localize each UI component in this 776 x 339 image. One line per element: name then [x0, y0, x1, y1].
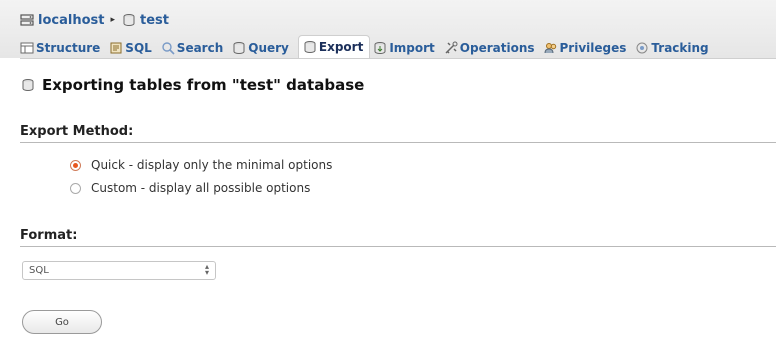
tracking-icon	[635, 41, 649, 54]
page-title-text: Exporting tables from "test" database	[42, 76, 365, 94]
tab-privileges-label: Privileges	[559, 40, 627, 55]
export-icon	[303, 41, 317, 54]
tab-operations[interactable]: Operations	[444, 37, 541, 58]
tab-structure[interactable]: Structure	[20, 37, 106, 58]
format-select[interactable]: SQL ▴ ▾	[22, 261, 216, 280]
breadcrumb: localhost ▸ test	[19, 10, 169, 30]
tab-sql-label: SQL	[125, 40, 152, 55]
export-method-custom-option[interactable]: Custom - display all possible options	[70, 181, 310, 195]
page-title: Exporting tables from "test" database	[20, 76, 364, 94]
quick-radio[interactable]	[70, 159, 81, 171]
top-navigation-bar: localhost ▸ test Structure SQL Search Qu…	[0, 0, 776, 59]
privileges-icon	[544, 41, 558, 54]
breadcrumb-server-link[interactable]: localhost	[38, 13, 104, 28]
tab-operations-label: Operations	[459, 40, 535, 55]
tab-query-label: Query	[248, 40, 289, 55]
import-icon	[373, 41, 387, 54]
tab-sql[interactable]: SQL	[109, 37, 158, 58]
tab-search-label: Search	[176, 40, 224, 55]
tab-tracking[interactable]: Tracking	[635, 37, 714, 58]
structure-icon	[20, 41, 34, 54]
tab-query[interactable]: Query	[232, 37, 295, 58]
server-icon	[19, 13, 34, 27]
export-method-quick-option[interactable]: Quick - display only the minimal options	[70, 158, 332, 172]
format-heading: Format:	[20, 228, 776, 247]
tab-export-label: Export	[318, 40, 364, 54]
tab-tracking-label: Tracking	[651, 40, 709, 55]
export-method-heading: Export Method:	[20, 124, 776, 143]
select-arrows-icon: ▴ ▾	[204, 262, 209, 277]
sql-icon	[109, 41, 123, 54]
quick-radio-label[interactable]: Quick - display only the minimal options	[91, 158, 332, 172]
tab-import[interactable]: Import	[373, 37, 440, 58]
operations-icon	[444, 41, 458, 54]
custom-radio[interactable]	[70, 182, 81, 194]
tab-structure-label: Structure	[36, 40, 101, 55]
tab-search[interactable]: Search	[161, 37, 229, 58]
breadcrumb-separator: ▸	[110, 15, 115, 25]
tab-privileges[interactable]: Privileges	[544, 37, 633, 58]
database-icon	[121, 13, 136, 27]
query-icon	[232, 41, 246, 54]
tab-bar: Structure SQL Search Query Export Import…	[20, 35, 776, 59]
tab-export[interactable]: Export	[297, 35, 371, 58]
tab-import-label: Import	[389, 40, 435, 55]
search-icon	[161, 41, 175, 55]
export-icon	[20, 77, 36, 93]
go-button[interactable]: Go	[22, 310, 102, 334]
breadcrumb-database-link[interactable]: test	[140, 13, 169, 28]
format-select-value: SQL	[29, 265, 49, 276]
custom-radio-label[interactable]: Custom - display all possible options	[91, 181, 310, 195]
